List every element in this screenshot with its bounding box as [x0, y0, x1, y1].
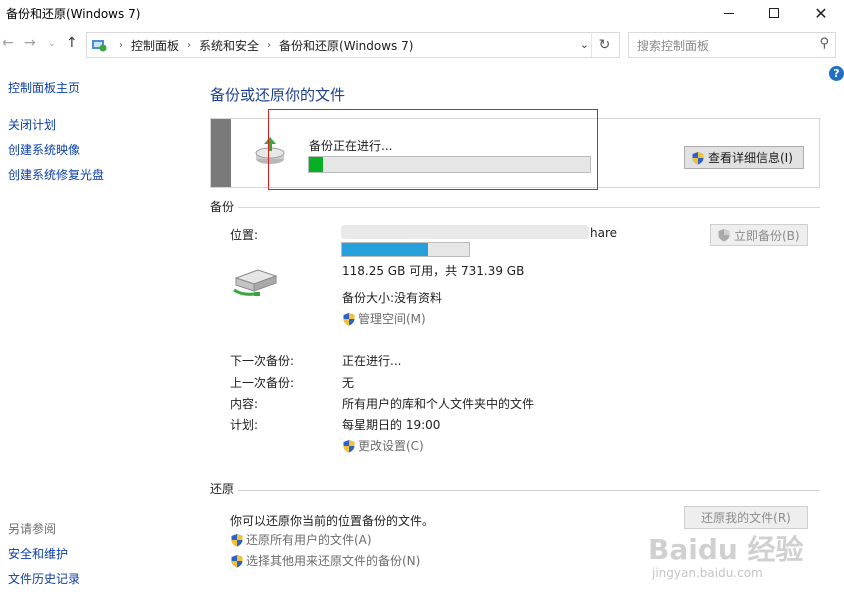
change-settings-label: 更改设置(C)	[358, 439, 424, 453]
select-other-backup-label: 选择其他用来还原文件的备份(N)	[246, 554, 421, 568]
maximize-button[interactable]	[751, 0, 797, 26]
navigation-bar: ← → ⌄ ↑ › 控制面板 › 系统和安全 › 备份和还原(Windows 7…	[0, 30, 844, 58]
uac-shield-icon	[342, 312, 356, 326]
back-button[interactable]: ←	[2, 35, 14, 51]
watermark-logo: Baidu 经验	[648, 533, 804, 566]
redacted-location	[341, 225, 589, 239]
close-icon: ✕	[814, 3, 828, 23]
last-backup-label: 上一次备份:	[230, 376, 295, 390]
restore-section-heading: 还原	[210, 482, 235, 496]
address-bar[interactable]: › 控制面板 › 系统和安全 › 备份和还原(Windows 7) ⌄ ↻	[86, 32, 620, 58]
backup-now-button[interactable]: 立即备份(B)	[710, 224, 808, 246]
minimize-button[interactable]	[706, 0, 752, 26]
maximize-icon	[769, 8, 779, 18]
change-settings-link[interactable]: 更改设置(C)	[342, 437, 424, 454]
forward-button[interactable]: →	[24, 35, 36, 51]
minimize-icon	[724, 12, 734, 14]
backup-now-label: 立即备份(B)	[734, 228, 800, 243]
uac-shield-icon	[717, 228, 731, 242]
last-backup-value: 无	[342, 376, 355, 390]
select-other-backup-link[interactable]: 选择其他用来还原文件的备份(N)	[230, 552, 420, 569]
backup-section-heading: 备份	[210, 200, 235, 214]
see-also-heading: 另请参阅	[8, 522, 57, 536]
crumb-separator: ›	[119, 39, 123, 51]
contents-value: 所有用户的库和个人文件夹中的文件	[342, 397, 535, 411]
breadcrumb-system-security[interactable]: 系统和安全	[199, 37, 259, 54]
sidebar-turn-off-schedule[interactable]: 关闭计划	[8, 116, 56, 133]
capacity-text: 118.25 GB 可用，共 731.39 GB	[342, 264, 525, 278]
view-details-button[interactable]: 查看详细信息(I)	[684, 146, 804, 169]
control-panel-icon	[91, 37, 107, 53]
search-placeholder: 搜索控制面板	[637, 38, 710, 53]
crumb-separator[interactable]: ›	[187, 40, 191, 51]
schedule-value: 每星期日的 19:00	[342, 418, 441, 432]
search-icon[interactable]: ⚲	[819, 36, 829, 51]
breadcrumb-backup-restore[interactable]: 备份和还原(Windows 7)	[279, 37, 413, 54]
restore-description: 你可以还原你当前的位置备份的文件。	[230, 514, 435, 528]
restore-my-files-button[interactable]: 还原我的文件(R)	[684, 506, 808, 529]
restore-all-users-link[interactable]: 还原所有用户的文件(A)	[230, 531, 372, 548]
capacity-bar	[341, 242, 470, 257]
window-title: 备份和还原(Windows 7)	[6, 7, 141, 21]
panel-stripe	[211, 119, 231, 187]
uac-shield-icon	[230, 533, 244, 547]
backup-section-divider	[238, 207, 820, 208]
sidebar-create-system-image[interactable]: 创建系统映像	[8, 141, 80, 158]
help-icon[interactable]: ?	[829, 66, 844, 81]
backup-size-text: 备份大小:没有资料	[342, 291, 443, 305]
schedule-label: 计划:	[230, 418, 259, 432]
up-button[interactable]: ↑	[66, 35, 78, 51]
highlight-box	[268, 109, 598, 190]
manage-space-link[interactable]: 管理空间(M)	[342, 310, 426, 327]
contents-label: 内容:	[230, 397, 259, 411]
uac-shield-icon	[691, 151, 705, 165]
restore-section-divider	[238, 490, 820, 491]
sidebar-home-link[interactable]: 控制面板主页	[8, 79, 80, 96]
page-title: 备份或还原你的文件	[210, 86, 346, 104]
address-dropdown-icon[interactable]: ⌄	[580, 38, 589, 51]
uac-shield-icon	[342, 439, 356, 453]
restore-all-users-label: 还原所有用户的文件(A)	[246, 533, 372, 547]
view-details-label: 查看详细信息(I)	[708, 151, 793, 165]
manage-space-label: 管理空间(M)	[358, 312, 426, 326]
restore-my-files-label: 还原我的文件(R)	[701, 511, 791, 525]
backup-drive-icon	[232, 264, 280, 300]
next-backup-value: 正在进行...	[342, 354, 402, 368]
location-value-suffix: hare	[590, 226, 618, 240]
refresh-button[interactable]: ↻	[591, 33, 617, 57]
sidebar-create-repair-disc[interactable]: 创建系统修复光盘	[8, 166, 104, 183]
crumb-separator[interactable]: ›	[267, 40, 271, 51]
title-bar: 备份和还原(Windows 7) ✕	[0, 0, 844, 26]
capacity-fill	[342, 243, 429, 256]
location-label: 位置:	[230, 228, 259, 242]
sidebar-file-history[interactable]: 文件历史记录	[8, 570, 80, 587]
next-backup-label: 下一次备份:	[230, 354, 295, 368]
breadcrumb-control-panel[interactable]: 控制面板	[131, 37, 179, 54]
uac-shield-icon	[230, 554, 244, 568]
recent-locations-button[interactable]: ⌄	[48, 39, 56, 49]
search-box[interactable]: 搜索控制面板 ⚲	[628, 32, 836, 58]
watermark-url: jingyan.baidu.com	[652, 566, 763, 580]
close-button[interactable]: ✕	[798, 0, 844, 26]
sidebar-security-maintenance[interactable]: 安全和维护	[8, 545, 68, 562]
